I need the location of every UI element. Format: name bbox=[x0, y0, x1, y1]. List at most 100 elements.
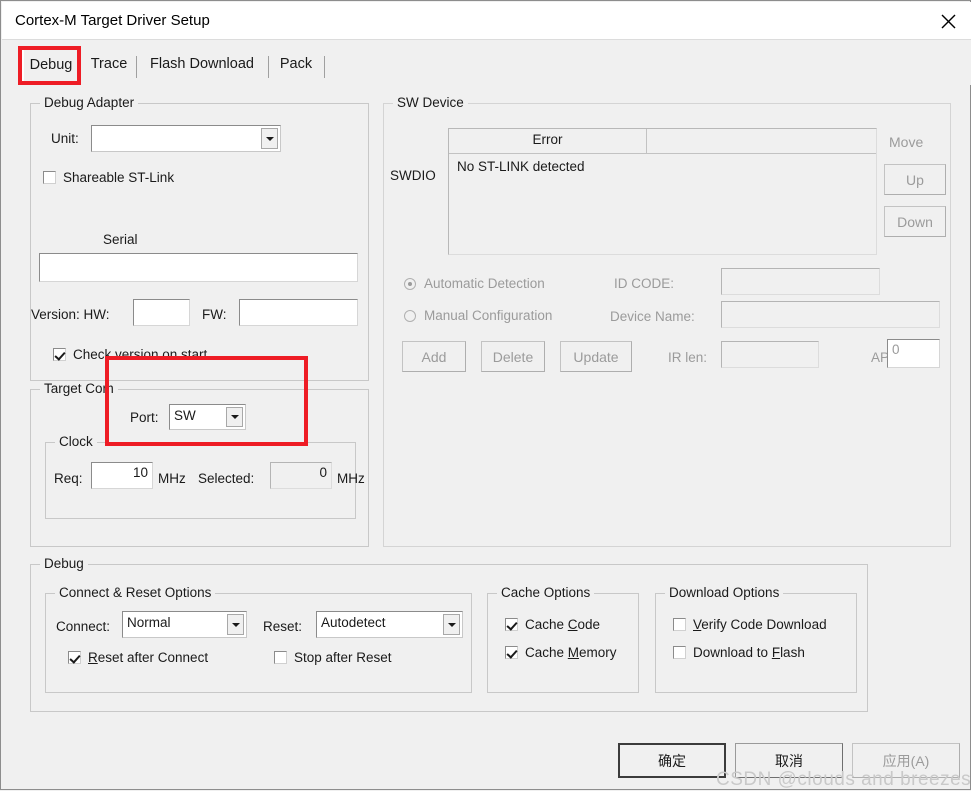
add-button: Add bbox=[402, 341, 466, 372]
verify-code-download-rest: erify Code Download bbox=[701, 617, 826, 632]
tab-debug[interactable]: Debug bbox=[22, 48, 80, 85]
connect-reset-options-group: Connect & Reset Options Connect: Normal … bbox=[45, 593, 472, 693]
cache-memory-checkbox-box[interactable] bbox=[505, 646, 518, 659]
tab-trace[interactable]: Trace bbox=[82, 48, 136, 85]
verify-code-download-checkbox-box[interactable] bbox=[673, 618, 686, 631]
ap-value: 0 bbox=[892, 342, 900, 357]
reset-combo[interactable]: Autodetect bbox=[316, 611, 463, 638]
reset-after-connect-accel: R bbox=[88, 650, 98, 665]
version-label: Version: HW: bbox=[31, 307, 110, 322]
ir-len-label: IR len: bbox=[668, 350, 707, 365]
tab-debug-label: Debug bbox=[30, 57, 73, 73]
window-title: Cortex-M Target Driver Setup bbox=[15, 12, 210, 29]
unit-label: Unit: bbox=[51, 131, 79, 146]
ir-len-field bbox=[721, 341, 819, 368]
cache-memory-prefix: Cache bbox=[525, 645, 568, 660]
version-hw-field[interactable] bbox=[133, 299, 190, 326]
ap-field: 0 bbox=[887, 339, 940, 368]
automatic-detection-radio-box bbox=[404, 278, 416, 290]
clock-selected-unit: MHz bbox=[337, 471, 365, 486]
tab-pack-label: Pack bbox=[280, 56, 312, 72]
device-name-field bbox=[721, 301, 940, 328]
ok-button-label: 确定 bbox=[658, 754, 686, 768]
cache-code-prefix: Cache bbox=[525, 617, 568, 632]
ok-button[interactable]: 确定 bbox=[618, 743, 726, 778]
close-icon[interactable] bbox=[925, 2, 971, 39]
connect-label: Connect: bbox=[56, 619, 110, 634]
clock-req-unit: MHz bbox=[158, 471, 186, 486]
apply-button-label: 应用(A) bbox=[883, 754, 930, 768]
swdio-label: SWDIO bbox=[390, 168, 436, 183]
clock-req-label: Req: bbox=[54, 471, 83, 486]
manual-configuration-radio-box bbox=[404, 310, 416, 322]
tab-separator-2 bbox=[268, 56, 269, 78]
stop-after-reset-checkbox-box[interactable] bbox=[274, 651, 287, 664]
chevron-down-icon[interactable] bbox=[227, 614, 244, 635]
clock-req-field[interactable]: 10 bbox=[91, 462, 153, 489]
tab-separator-1 bbox=[136, 56, 137, 78]
cache-options-legend: Cache Options bbox=[497, 585, 594, 600]
connect-combo[interactable]: Normal bbox=[122, 611, 247, 638]
id-code-label: ID CODE: bbox=[614, 276, 674, 291]
title-bar: Cortex-M Target Driver Setup bbox=[2, 2, 971, 40]
tab-separator-3 bbox=[324, 56, 325, 78]
tab-trace-label: Trace bbox=[91, 56, 128, 72]
chevron-down-icon[interactable] bbox=[443, 614, 460, 635]
update-label: Update bbox=[573, 350, 618, 364]
tab-strip: Debug Trace Flash Download Pack bbox=[2, 40, 971, 85]
connect-reset-legend: Connect & Reset Options bbox=[55, 585, 215, 600]
chevron-down-icon[interactable] bbox=[226, 407, 243, 427]
debug-adapter-legend: Debug Adapter bbox=[40, 95, 138, 110]
device-name-label: Device Name: bbox=[610, 309, 695, 324]
cache-code-checkbox-box[interactable] bbox=[505, 618, 518, 631]
reset-after-connect-checkbox-box[interactable] bbox=[68, 651, 81, 664]
download-options-legend: Download Options bbox=[665, 585, 783, 600]
chevron-down-icon[interactable] bbox=[261, 128, 278, 149]
reset-after-connect-label: Reset after Connect bbox=[88, 650, 208, 665]
stop-after-reset-label: Stop after Reset bbox=[294, 650, 392, 665]
manual-configuration-label: Manual Configuration bbox=[424, 308, 552, 323]
shareable-stlink-checkbox-box[interactable] bbox=[43, 171, 56, 184]
sw-device-col-error[interactable]: Error bbox=[449, 129, 647, 153]
version-fw-field[interactable] bbox=[239, 299, 358, 326]
clock-selected-label: Selected: bbox=[198, 471, 254, 486]
port-label: Port: bbox=[130, 410, 159, 425]
target-com-legend: Target Com bbox=[40, 381, 118, 396]
tab-pack[interactable]: Pack bbox=[270, 48, 322, 85]
sw-device-col-blank[interactable] bbox=[647, 129, 877, 153]
download-to-flash-checkbox-box[interactable] bbox=[673, 646, 686, 659]
cache-code-suffix: ode bbox=[578, 617, 601, 632]
move-up-label: Up bbox=[906, 173, 924, 187]
id-code-field bbox=[721, 268, 880, 295]
move-up-button: Up bbox=[884, 164, 946, 195]
serial-field[interactable] bbox=[39, 253, 358, 282]
delete-button: Delete bbox=[481, 341, 545, 372]
check-version-on-start-label: Check version on start bbox=[73, 347, 207, 362]
automatic-detection-label: Automatic Detection bbox=[424, 276, 545, 291]
target-com-group: Target Com Port: SW Clock Req: 10 MHz Se… bbox=[30, 389, 369, 547]
cache-memory-accel: M bbox=[568, 645, 579, 660]
check-version-on-start-checkbox-box[interactable] bbox=[53, 348, 66, 361]
serial-label: Serial bbox=[103, 232, 138, 247]
download-to-flash-suffix: lash bbox=[780, 645, 805, 660]
tab-flash-download[interactable]: Flash Download bbox=[138, 48, 266, 85]
cache-code-accel: C bbox=[568, 617, 578, 632]
watermark-text: CSDN @clouds and breezes bbox=[716, 769, 971, 791]
reset-label: Reset: bbox=[263, 619, 302, 634]
sw-device-list[interactable]: Error No ST-LINK detected bbox=[448, 128, 877, 255]
port-combo[interactable]: SW bbox=[169, 404, 246, 430]
port-combo-value: SW bbox=[174, 408, 196, 423]
debug-options-legend: Debug bbox=[40, 556, 88, 571]
download-to-flash-prefix: Download to bbox=[693, 645, 772, 660]
sw-device-row-0[interactable]: No ST-LINK detected bbox=[457, 159, 585, 174]
reset-after-connect-rest: eset after Connect bbox=[98, 650, 208, 665]
download-options-group: Download Options Verify Code Download Do… bbox=[655, 593, 857, 693]
cache-options-group: Cache Options Cache Code Cache Memory bbox=[487, 593, 639, 693]
verify-code-download-label: Verify Code Download bbox=[693, 617, 827, 632]
tab-flash-download-label: Flash Download bbox=[150, 56, 254, 72]
sw-device-group: SW Device SWDIO Error No ST-LINK detecte… bbox=[383, 103, 951, 547]
unit-combo[interactable] bbox=[91, 125, 281, 152]
debug-adapter-group: Debug Adapter Unit: Shareable ST-Link Se… bbox=[30, 103, 369, 381]
close-icon-glyph bbox=[941, 14, 956, 29]
download-to-flash-label: Download to Flash bbox=[693, 645, 805, 660]
